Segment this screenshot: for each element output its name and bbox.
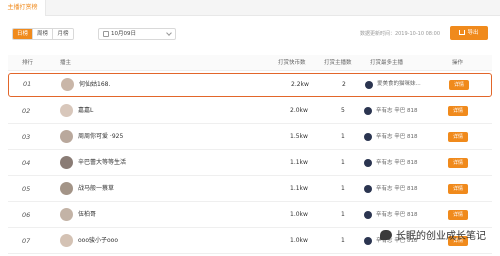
date-select[interactable]: 10月09日 <box>98 28 176 40</box>
coins-value: 2.0kw <box>290 107 308 114</box>
avatar <box>60 234 73 247</box>
header-coins: 打赏快币数 <box>278 60 306 66</box>
avatar <box>61 78 74 91</box>
header-host: 播主 <box>60 60 72 66</box>
toolbar: 日榜 周榜 月榜 10月09日 数据更新时间：2019-10-10 08:00 … <box>12 26 492 40</box>
avatar <box>364 159 372 167</box>
host-count-value: 2 <box>342 81 346 88</box>
host-name[interactable]: 周周你可爱 ·925 <box>78 124 123 150</box>
avatar <box>364 133 372 141</box>
rank: 05 <box>22 185 31 193</box>
host-count-value: 1 <box>341 237 345 244</box>
rank: 02 <box>22 107 31 115</box>
coins-value: 1.5kw <box>290 133 308 140</box>
header-rank: 排行 <box>22 60 34 66</box>
detail-button[interactable]: 详情 <box>448 132 468 142</box>
top-host-name[interactable]: 爱美食的猫咪妹... <box>377 74 421 95</box>
table-header: 排行 播主 打赏快币数 打赏主播数 打赏最多主播 操作 <box>8 55 492 71</box>
coins-value: 2.2kw <box>291 81 309 88</box>
avatar <box>365 81 373 89</box>
avatar <box>364 237 372 245</box>
calendar-icon <box>103 31 109 37</box>
top-host-name[interactable]: 辛有志 辛巴 818 <box>376 124 418 150</box>
export-button[interactable]: 导出 <box>450 26 488 40</box>
avatar <box>60 104 73 117</box>
chevron-down-icon <box>166 30 172 36</box>
table-row: 04 辛巴蕾大等等生活 1.1kw 1 辛有志 辛巴 818 详情 <box>8 150 492 176</box>
host-count-value: 1 <box>341 159 345 166</box>
host-count-value: 1 <box>341 133 345 140</box>
rank: 07 <box>22 237 31 245</box>
period-daily-button[interactable]: 日榜 <box>13 29 33 39</box>
header-action: 操作 <box>452 60 464 66</box>
host-name[interactable]: 伍柏哥 <box>78 202 96 228</box>
table-row: 06 伍柏哥 1.0kw 1 辛有志 辛巴 818 详情 <box>8 202 492 228</box>
detail-button[interactable]: 详情 <box>448 184 468 194</box>
date-value: 10月09日 <box>111 31 136 37</box>
top-host-name[interactable]: 辛有志 辛巴 818 <box>376 176 418 202</box>
table-row: 02 嘉嘉L 2.0kw 5 辛有志 辛巴 818 详情 <box>8 98 492 124</box>
export-label: 导出 <box>467 30 479 36</box>
header-host-count: 打赏主播数 <box>324 60 352 66</box>
export-icon <box>459 30 466 35</box>
watermark: 长眠的创业成长笔记 <box>380 227 486 242</box>
host-name[interactable]: 辛巴蕾大等等生活 <box>78 150 126 176</box>
period-segmented-control: 日榜 周榜 月榜 <box>12 28 74 40</box>
host-name[interactable]: 何仙姑168. <box>79 74 110 95</box>
detail-button[interactable]: 详情 <box>448 158 468 168</box>
host-count-value: 5 <box>341 107 345 114</box>
detail-button[interactable]: 详情 <box>448 106 468 116</box>
rank: 06 <box>22 211 31 219</box>
watermark-text: 长眠的创业成长笔记 <box>396 231 486 242</box>
avatar <box>60 208 73 221</box>
detail-button[interactable]: 详情 <box>448 210 468 220</box>
table-row: 05 战马般一蔡草 1.1kw 1 辛有志 辛巴 818 详情 <box>8 176 492 202</box>
detail-button[interactable]: 详情 <box>449 80 469 90</box>
host-name[interactable]: ooo骏小子ooo <box>78 228 118 254</box>
period-weekly-button[interactable]: 周榜 <box>33 29 53 39</box>
rank: 03 <box>22 133 31 141</box>
period-monthly-button[interactable]: 月榜 <box>53 29 73 39</box>
top-host-name[interactable]: 辛有志 辛巴 818 <box>376 150 418 176</box>
rank: 01 <box>23 80 32 88</box>
avatar <box>364 211 372 219</box>
avatar <box>60 130 73 143</box>
coins-value: 1.0kw <box>290 237 308 244</box>
table-row: 03 周周你可爱 ·925 1.5kw 1 辛有志 辛巴 818 详情 <box>8 124 492 150</box>
host-count-value: 1 <box>341 211 345 218</box>
ranking-table: 排行 播主 打赏快币数 打赏主播数 打赏最多主播 操作 01 何仙姑168. 2… <box>8 55 492 254</box>
tab-host-reward-ranking[interactable]: 主播打赏榜 <box>0 0 46 16</box>
tab-bar: 主播打赏榜 <box>0 0 500 16</box>
update-time-text: 数据更新时间：2019-10-10 08:00 <box>359 31 440 37</box>
table-row: 01 何仙姑168. 2.2kw 2 爱美食的猫咪妹... 详情 <box>8 73 492 97</box>
coins-value: 1.0kw <box>290 211 308 218</box>
wechat-icon <box>380 229 392 240</box>
avatar <box>60 182 73 195</box>
rank: 04 <box>22 159 31 167</box>
coins-value: 1.1kw <box>290 159 308 166</box>
top-host-name[interactable]: 辛有志 辛巴 818 <box>376 98 418 124</box>
avatar <box>364 185 372 193</box>
top-host-name[interactable]: 辛有志 辛巴 818 <box>376 202 418 228</box>
avatar <box>364 107 372 115</box>
coins-value: 1.1kw <box>290 185 308 192</box>
avatar <box>60 156 73 169</box>
header-top-host: 打赏最多主播 <box>370 60 404 66</box>
host-count-value: 1 <box>341 185 345 192</box>
host-name[interactable]: 嘉嘉L <box>78 98 93 124</box>
host-name[interactable]: 战马般一蔡草 <box>78 176 114 202</box>
